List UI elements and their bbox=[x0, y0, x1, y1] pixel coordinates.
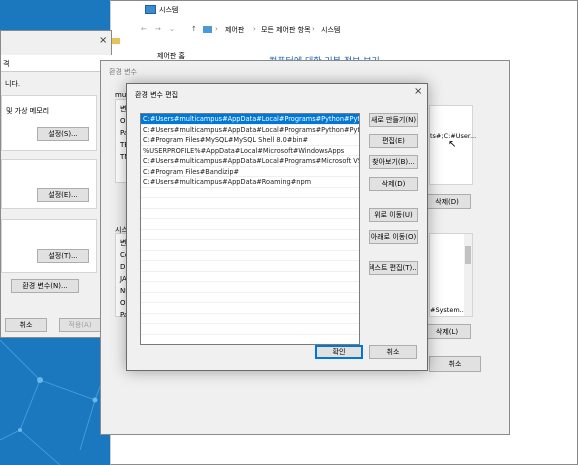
cursor-pointer-icon: ↖ bbox=[448, 139, 457, 150]
env-window-title: 환경 변수 bbox=[109, 68, 137, 76]
close-icon[interactable]: × bbox=[99, 35, 107, 46]
environment-variables-button[interactable]: 환경 변수(N)... bbox=[11, 279, 79, 293]
edit-button[interactable]: 편집(E) bbox=[369, 134, 418, 148]
system-properties-window: × 격 니다. 및 가상 메모리 설정(S)... 설정(E)... 설정(T)… bbox=[0, 30, 113, 338]
edit-dialog-title: 환경 변수 편집 bbox=[135, 91, 179, 99]
edit-environment-variable-dialog: 환경 변수 편집 × C:#Users#multicampus#AppData#… bbox=[126, 83, 428, 371]
forward-arrow-icon[interactable]: → bbox=[155, 25, 161, 33]
system-window-title: 시스템 bbox=[159, 6, 179, 14]
empty-row[interactable]: . bbox=[141, 303, 359, 314]
back-arrow-icon[interactable]: ← bbox=[141, 25, 147, 33]
close-icon[interactable]: × bbox=[414, 86, 422, 97]
list-item[interactable]: %USERPROFILE%#AppData#Local#Microsoft#Wi… bbox=[141, 146, 359, 156]
breadcrumb-item[interactable]: 제어판 bbox=[225, 25, 244, 35]
list-item[interactable]: C:#Users#multicampus#AppData#Roaming#npm bbox=[141, 177, 359, 188]
performance-settings-button[interactable]: 설정(S)... bbox=[37, 127, 89, 141]
list-item[interactable]: C:#Users#multicampus#AppData#Local#Progr… bbox=[141, 156, 359, 167]
list-item[interactable]: C:#Program Files#Bandizip# bbox=[141, 167, 359, 177]
tab-advanced[interactable]: 격 bbox=[3, 59, 9, 69]
folder-icon bbox=[112, 38, 120, 44]
cancel-button[interactable]: 취소 bbox=[5, 318, 47, 332]
system-addressbar: ← → ⌄ ↑ › 제어판 › 모든 제어판 항목 › 시스템 bbox=[141, 25, 341, 35]
empty-row[interactable]: . bbox=[141, 293, 359, 303]
delete-button[interactable]: 삭제(D) bbox=[369, 177, 418, 191]
tab-strip: 격 bbox=[1, 55, 113, 72]
empty-row[interactable]: . bbox=[141, 209, 359, 219]
user-values-list[interactable]: ts#;C:#User... ↖ bbox=[429, 105, 476, 185]
startup-settings-button[interactable]: 설정(T)... bbox=[37, 249, 89, 263]
user-delete-button[interactable]: 삭제(D) bbox=[423, 194, 471, 209]
move-down-button[interactable]: 아래로 이동(O) bbox=[369, 230, 418, 244]
path-entries-list[interactable]: C:#Users#multicampus#AppData#Local#Progr… bbox=[140, 113, 360, 345]
empty-row[interactable]: . bbox=[141, 314, 359, 324]
breadcrumb-item[interactable]: 모든 제어판 항목 bbox=[261, 25, 311, 35]
list-item[interactable]: O bbox=[120, 117, 126, 125]
ok-button[interactable]: 확인 bbox=[315, 345, 363, 359]
apply-button[interactable]: 적용(A) bbox=[59, 318, 101, 332]
scrollbar-thumb[interactable] bbox=[465, 246, 471, 264]
list-item[interactable]: C:#Program Files#MySQL#MySQL Shell 8.0#b… bbox=[141, 135, 359, 146]
empty-row[interactable]: . bbox=[141, 251, 359, 261]
system-values-list[interactable]: #System... bbox=[429, 233, 473, 317]
system-value-cell: #System... bbox=[430, 306, 466, 314]
empty-row[interactable]: . bbox=[141, 198, 359, 209]
move-up-button[interactable]: 위로 이동(U) bbox=[369, 208, 418, 222]
env-cancel-button[interactable]: 취소 bbox=[429, 356, 481, 372]
system-delete-button[interactable]: 삭제(L) bbox=[423, 324, 471, 339]
new-button[interactable]: 새로 만들기(N) bbox=[369, 113, 418, 127]
empty-row[interactable]: . bbox=[141, 282, 359, 293]
empty-row[interactable]: . bbox=[141, 324, 359, 335]
breadcrumb-item[interactable]: 시스템 bbox=[321, 25, 340, 35]
startup-group bbox=[1, 219, 97, 273]
empty-row[interactable]: . bbox=[141, 261, 359, 272]
scrollbar[interactable] bbox=[464, 234, 472, 316]
empty-row[interactable]: . bbox=[141, 240, 359, 251]
chevron-down-icon[interactable]: ⌄ bbox=[169, 25, 175, 33]
browse-button[interactable]: 찾아보기(B)... bbox=[369, 155, 418, 169]
empty-row[interactable]: . bbox=[141, 335, 359, 345]
system-app-icon bbox=[145, 5, 156, 14]
performance-group: 및 가상 메모리 bbox=[1, 95, 97, 151]
profile-settings-button[interactable]: 설정(E)... bbox=[37, 188, 89, 202]
empty-row[interactable]: . bbox=[141, 188, 359, 198]
system-titlebar: 시스템 bbox=[111, 1, 578, 17]
empty-row[interactable]: . bbox=[141, 230, 359, 240]
empty-row[interactable]: . bbox=[141, 272, 359, 282]
up-arrow-icon[interactable]: ↑ bbox=[191, 25, 197, 33]
empty-row[interactable]: . bbox=[141, 219, 359, 230]
edit-text-button[interactable]: 텍스트 편집(T)... bbox=[369, 261, 418, 275]
control-panel-icon bbox=[203, 26, 212, 33]
performance-desc: 및 가상 메모리 bbox=[6, 107, 50, 115]
info-text: 니다. bbox=[5, 80, 21, 88]
list-item[interactable]: C:#Users#multicampus#AppData#Local#Progr… bbox=[141, 114, 359, 125]
list-item[interactable]: C:#Users#multicampus#AppData#Local#Progr… bbox=[141, 125, 359, 135]
cancel-button[interactable]: 취소 bbox=[369, 345, 417, 359]
